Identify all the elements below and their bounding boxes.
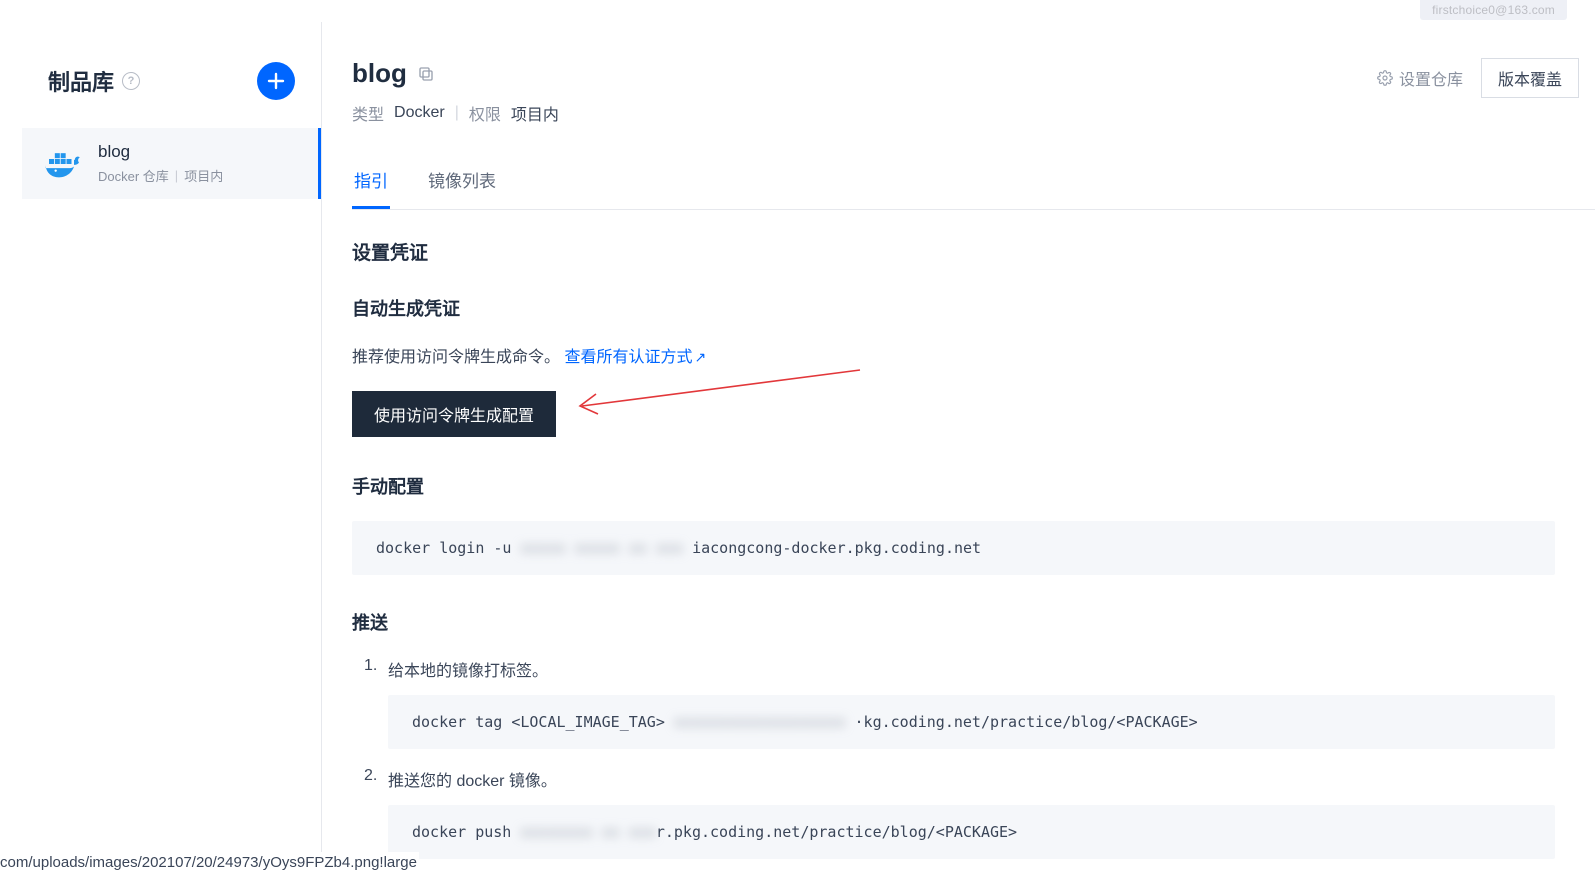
code-docker-login[interactable]: docker login -u xxxxx xxxxx xx xxx iacon…: [352, 521, 1555, 575]
tab-guide[interactable]: 指引: [352, 159, 390, 209]
view-auth-methods-link[interactable]: 查看所有认证方式↗: [564, 349, 706, 366]
tabs: 指引 镜像列表: [352, 159, 1595, 210]
generate-token-config-button[interactable]: 使用访问令牌生成配置: [352, 391, 556, 437]
add-repo-button[interactable]: [257, 62, 295, 100]
user-badge[interactable]: firstchoice0@163.com: [1420, 0, 1567, 20]
version-override-button[interactable]: 版本覆盖: [1481, 58, 1579, 98]
main-panel: blog 类型 Docker | 权限 项目内 设置仓库: [322, 22, 1595, 872]
repo-name: blog: [98, 142, 223, 162]
heading-credentials: 设置凭证: [352, 238, 1555, 265]
push-step-1: 1. 给本地的镜像打标签。 docker tag <LOCAL_IMAGE_TA…: [352, 657, 1555, 749]
heading-auto-generate: 自动生成凭证: [352, 295, 1555, 321]
code-docker-tag[interactable]: docker tag <LOCAL_IMAGE_TAG> xxxxxxxxxxx…: [388, 695, 1555, 749]
tab-image-list[interactable]: 镜像列表: [426, 159, 498, 209]
settings-repo-link[interactable]: 设置仓库: [1377, 66, 1463, 90]
sidebar-title: 制品库: [48, 65, 114, 97]
sidebar: 制品库 ?: [22, 22, 322, 872]
page-title: blog: [352, 58, 407, 89]
heading-push: 推送: [352, 609, 1555, 635]
auto-generate-desc: 推荐使用访问令牌生成命令。 查看所有认证方式↗: [352, 343, 1555, 367]
code-docker-push[interactable]: docker push xxxxxxxx xx xxxr.pkg.coding.…: [388, 805, 1555, 859]
status-bar-url: com/uploads/images/202107/20/24973/yOys9…: [0, 852, 419, 872]
docker-icon: [44, 146, 84, 182]
repo-meta: Docker 仓库 | 项目内: [98, 166, 223, 185]
repo-meta-line: 类型 Docker | 权限 项目内: [352, 101, 559, 125]
external-link-icon: ↗: [694, 349, 706, 366]
copy-icon[interactable]: [417, 65, 435, 83]
sidebar-item-blog[interactable]: blog Docker 仓库 | 项目内: [22, 128, 321, 199]
help-icon[interactable]: ?: [122, 72, 140, 90]
heading-manual-config: 手动配置: [352, 473, 1555, 499]
plus-icon: [267, 72, 285, 90]
push-step-2: 2. 推送您的 docker 镜像。 docker push xxxxxxxx …: [352, 767, 1555, 859]
annotation-arrow: [570, 366, 870, 426]
gear-icon: [1377, 70, 1393, 86]
